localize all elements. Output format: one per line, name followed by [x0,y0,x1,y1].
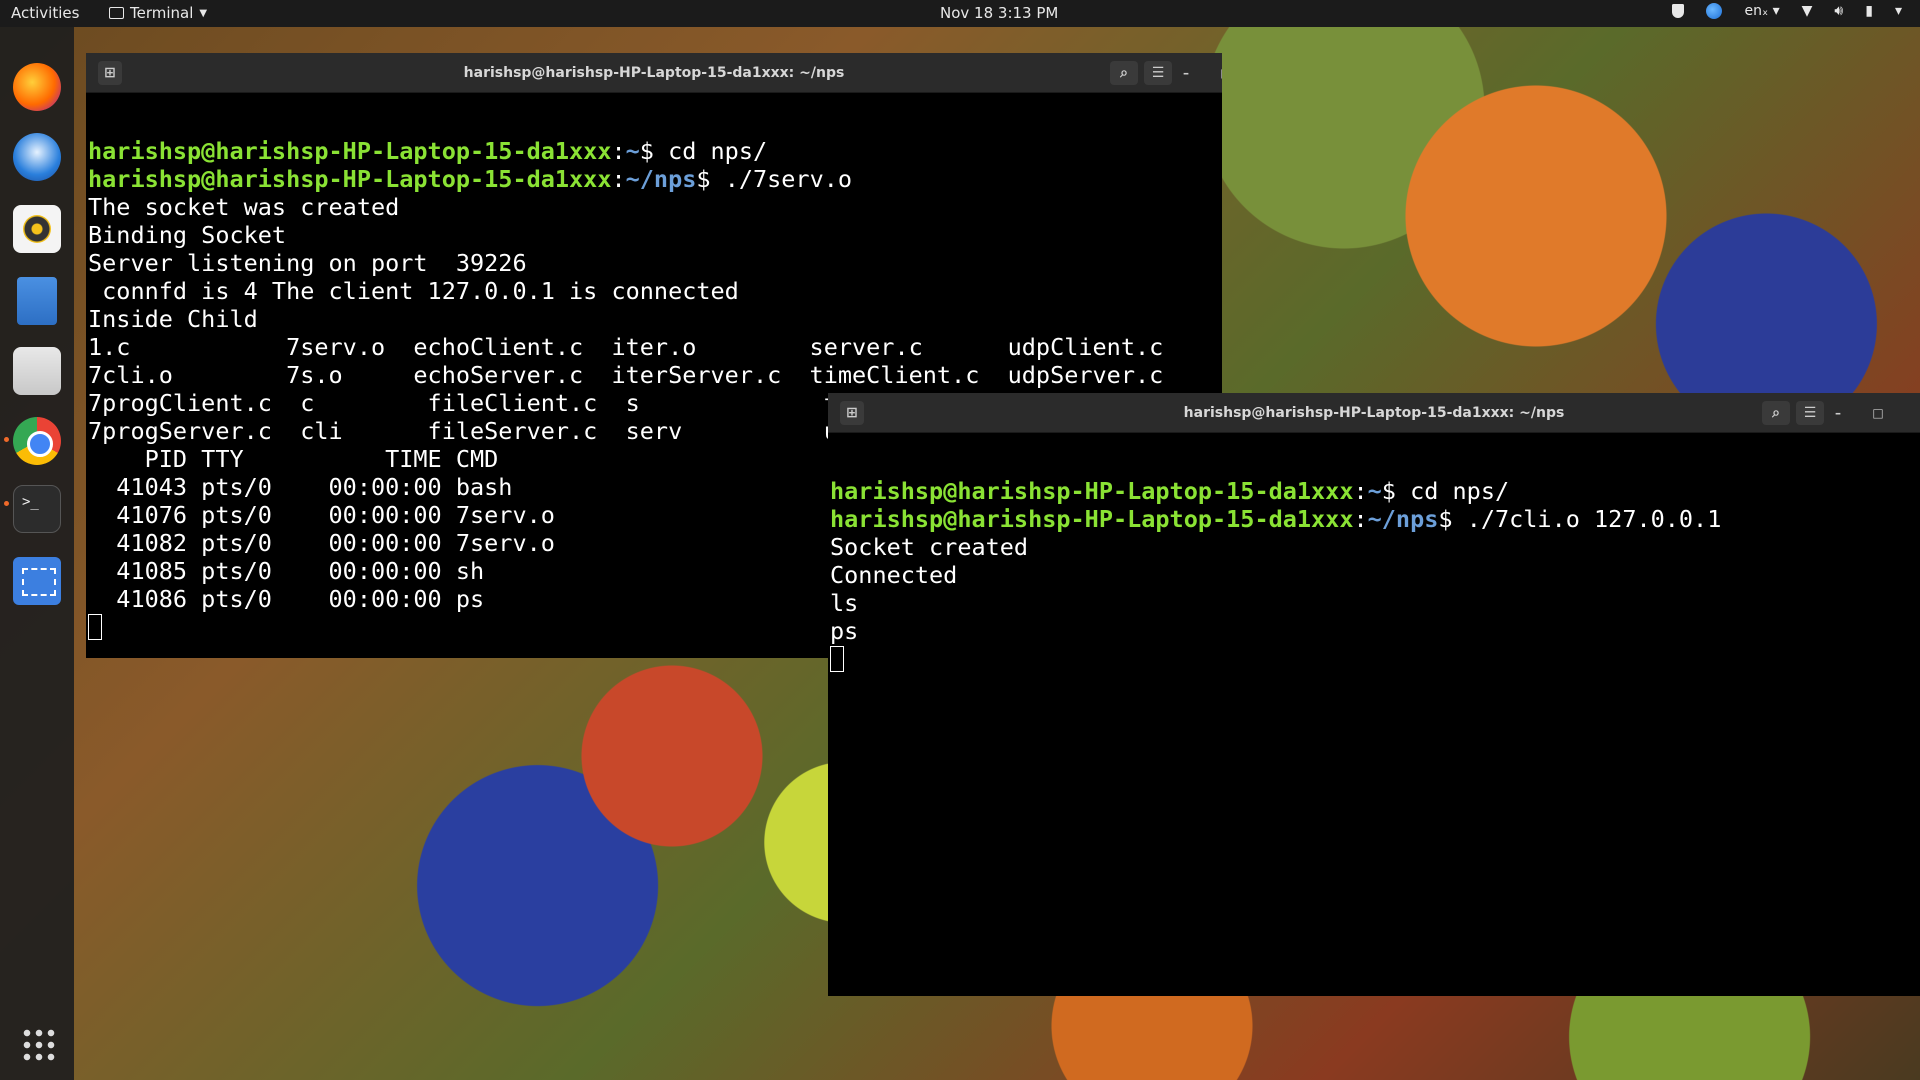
app-menu-label: Terminal [130,4,194,22]
running-indicator [4,501,9,506]
wifi-icon[interactable]: ▼ [1802,3,1813,19]
output-line: 7cli.o 7s.o echoServer.c iterServer.c ti… [88,361,1164,389]
prompt-path: ~/nps [625,165,697,193]
window-titlebar[interactable]: ⊞ harishsp@harishsp-HP-Laptop-15-da1xxx:… [86,53,1222,93]
clock[interactable]: Nov 18 3:13 PM [940,4,1058,22]
minimize-button[interactable]: – [1829,404,1847,422]
terminal-window-client[interactable]: ⊞ harishsp@harishsp-HP-Laptop-15-da1xxx:… [828,393,1920,996]
globe-icon[interactable] [1706,3,1723,19]
maximize-button[interactable]: □ [1217,64,1222,82]
volume-icon[interactable]: 🔊︎ [1834,3,1843,19]
new-tab-icon[interactable]: ⊞ [98,61,122,85]
output-line: Server listening on port 39226 [88,249,527,277]
prompt-user: harishsp@harishsp-HP-Laptop-15-da1xxx [830,477,1354,505]
output-line: 1.c 7serv.o echoClient.c iter.o server.c… [88,333,1164,361]
chevron-down-icon: ▼ [199,7,208,19]
app-menu[interactable]: Terminal ▼ [109,4,207,22]
rhythmbox-icon[interactable] [13,205,61,253]
text-cursor [830,646,844,672]
prompt-separator: : [1353,505,1368,533]
prompt-separator: : [611,137,626,165]
output-line: connfd is 4 The client 127.0.0.1 is conn… [88,277,739,305]
output-line: Connected [830,561,958,589]
terminal-icon [109,7,124,19]
shield-icon[interactable] [1672,4,1685,18]
command-text: cd nps/ [668,137,768,165]
show-apps-icon[interactable] [21,1027,55,1061]
output-line: Binding Socket [88,221,287,249]
dock: >_ [0,27,74,1080]
system-tray[interactable]: enₓ ▾ ▼ 🔊︎ ▮ ▾ [1672,3,1902,19]
output-line: ls [830,589,859,617]
output-line: Socket created [830,533,1029,561]
maximize-button[interactable]: □ [1869,404,1887,422]
system-menu-chevron-icon[interactable]: ▾ [1895,3,1902,19]
files-icon[interactable] [13,347,61,395]
output-line: ps [830,617,859,645]
running-indicator [4,437,9,442]
window-title: harishsp@harishsp-HP-Laptop-15-da1xxx: ~… [463,64,845,81]
prompt-symbol: $ [696,165,725,193]
output-line: The socket was created [88,193,400,221]
prompt-path: ~ [625,137,640,165]
screenshot-icon[interactable] [13,557,61,605]
prompt-line: harishsp@harishsp-HP-Laptop-15-da1xxx:~/… [88,165,1222,193]
activities-button[interactable]: Activities [11,4,79,22]
prompt-user: harishsp@harishsp-HP-Laptop-15-da1xxx [88,165,612,193]
search-icon[interactable]: ⌕ [1762,401,1790,425]
prompt-separator: : [611,165,626,193]
prompt-separator: : [1353,477,1368,505]
battery-icon[interactable]: ▮ [1865,3,1873,19]
hamburger-menu-icon[interactable]: ☰ [1796,401,1824,425]
new-tab-icon[interactable]: ⊞ [840,401,864,425]
hamburger-menu-icon[interactable]: ☰ [1144,61,1172,85]
minimize-button[interactable]: – [1177,64,1195,82]
prompt-symbol: $ [1381,477,1411,505]
prompt-path: ~/nps [1367,505,1439,533]
cursor-line [830,645,1920,673]
window-titlebar[interactable]: ⊞ harishsp@harishsp-HP-Laptop-15-da1xxx:… [828,393,1920,433]
prompt-path: ~ [1367,477,1382,505]
prompt-line: harishsp@harishsp-HP-Laptop-15-da1xxx:~$… [830,477,1920,505]
terminal-output[interactable]: harishsp@harishsp-HP-Laptop-15-da1xxx:~$… [828,433,1920,673]
firefox-icon[interactable] [13,63,61,111]
prompt-user: harishsp@harishsp-HP-Laptop-15-da1xxx [830,505,1354,533]
command-text: cd nps/ [1410,477,1510,505]
output-line: Inside Child [88,305,258,333]
top-bar: Activities Terminal ▼ Nov 18 3:13 PM enₓ… [0,0,1920,27]
search-icon[interactable]: ⌕ [1110,61,1138,85]
language-indicator[interactable]: enₓ ▾ [1744,3,1779,19]
writer-icon[interactable] [17,277,57,325]
prompt-symbol: $ [639,137,669,165]
terminal-icon[interactable]: >_ [13,485,61,533]
text-cursor [88,614,102,640]
command-text: ./7cli.o 127.0.0.1 [1466,505,1722,533]
window-title: harishsp@harishsp-HP-Laptop-15-da1xxx: ~… [1183,404,1565,421]
prompt-user: harishsp@harishsp-HP-Laptop-15-da1xxx [88,137,612,165]
prompt-line: harishsp@harishsp-HP-Laptop-15-da1xxx:~$… [88,137,1222,165]
prompt-line: harishsp@harishsp-HP-Laptop-15-da1xxx:~/… [830,505,1920,533]
prompt-symbol: $ [1438,505,1467,533]
command-text: ./7serv.o [724,165,853,193]
thunderbird-icon[interactable] [13,133,61,181]
chrome-icon[interactable] [13,417,61,465]
